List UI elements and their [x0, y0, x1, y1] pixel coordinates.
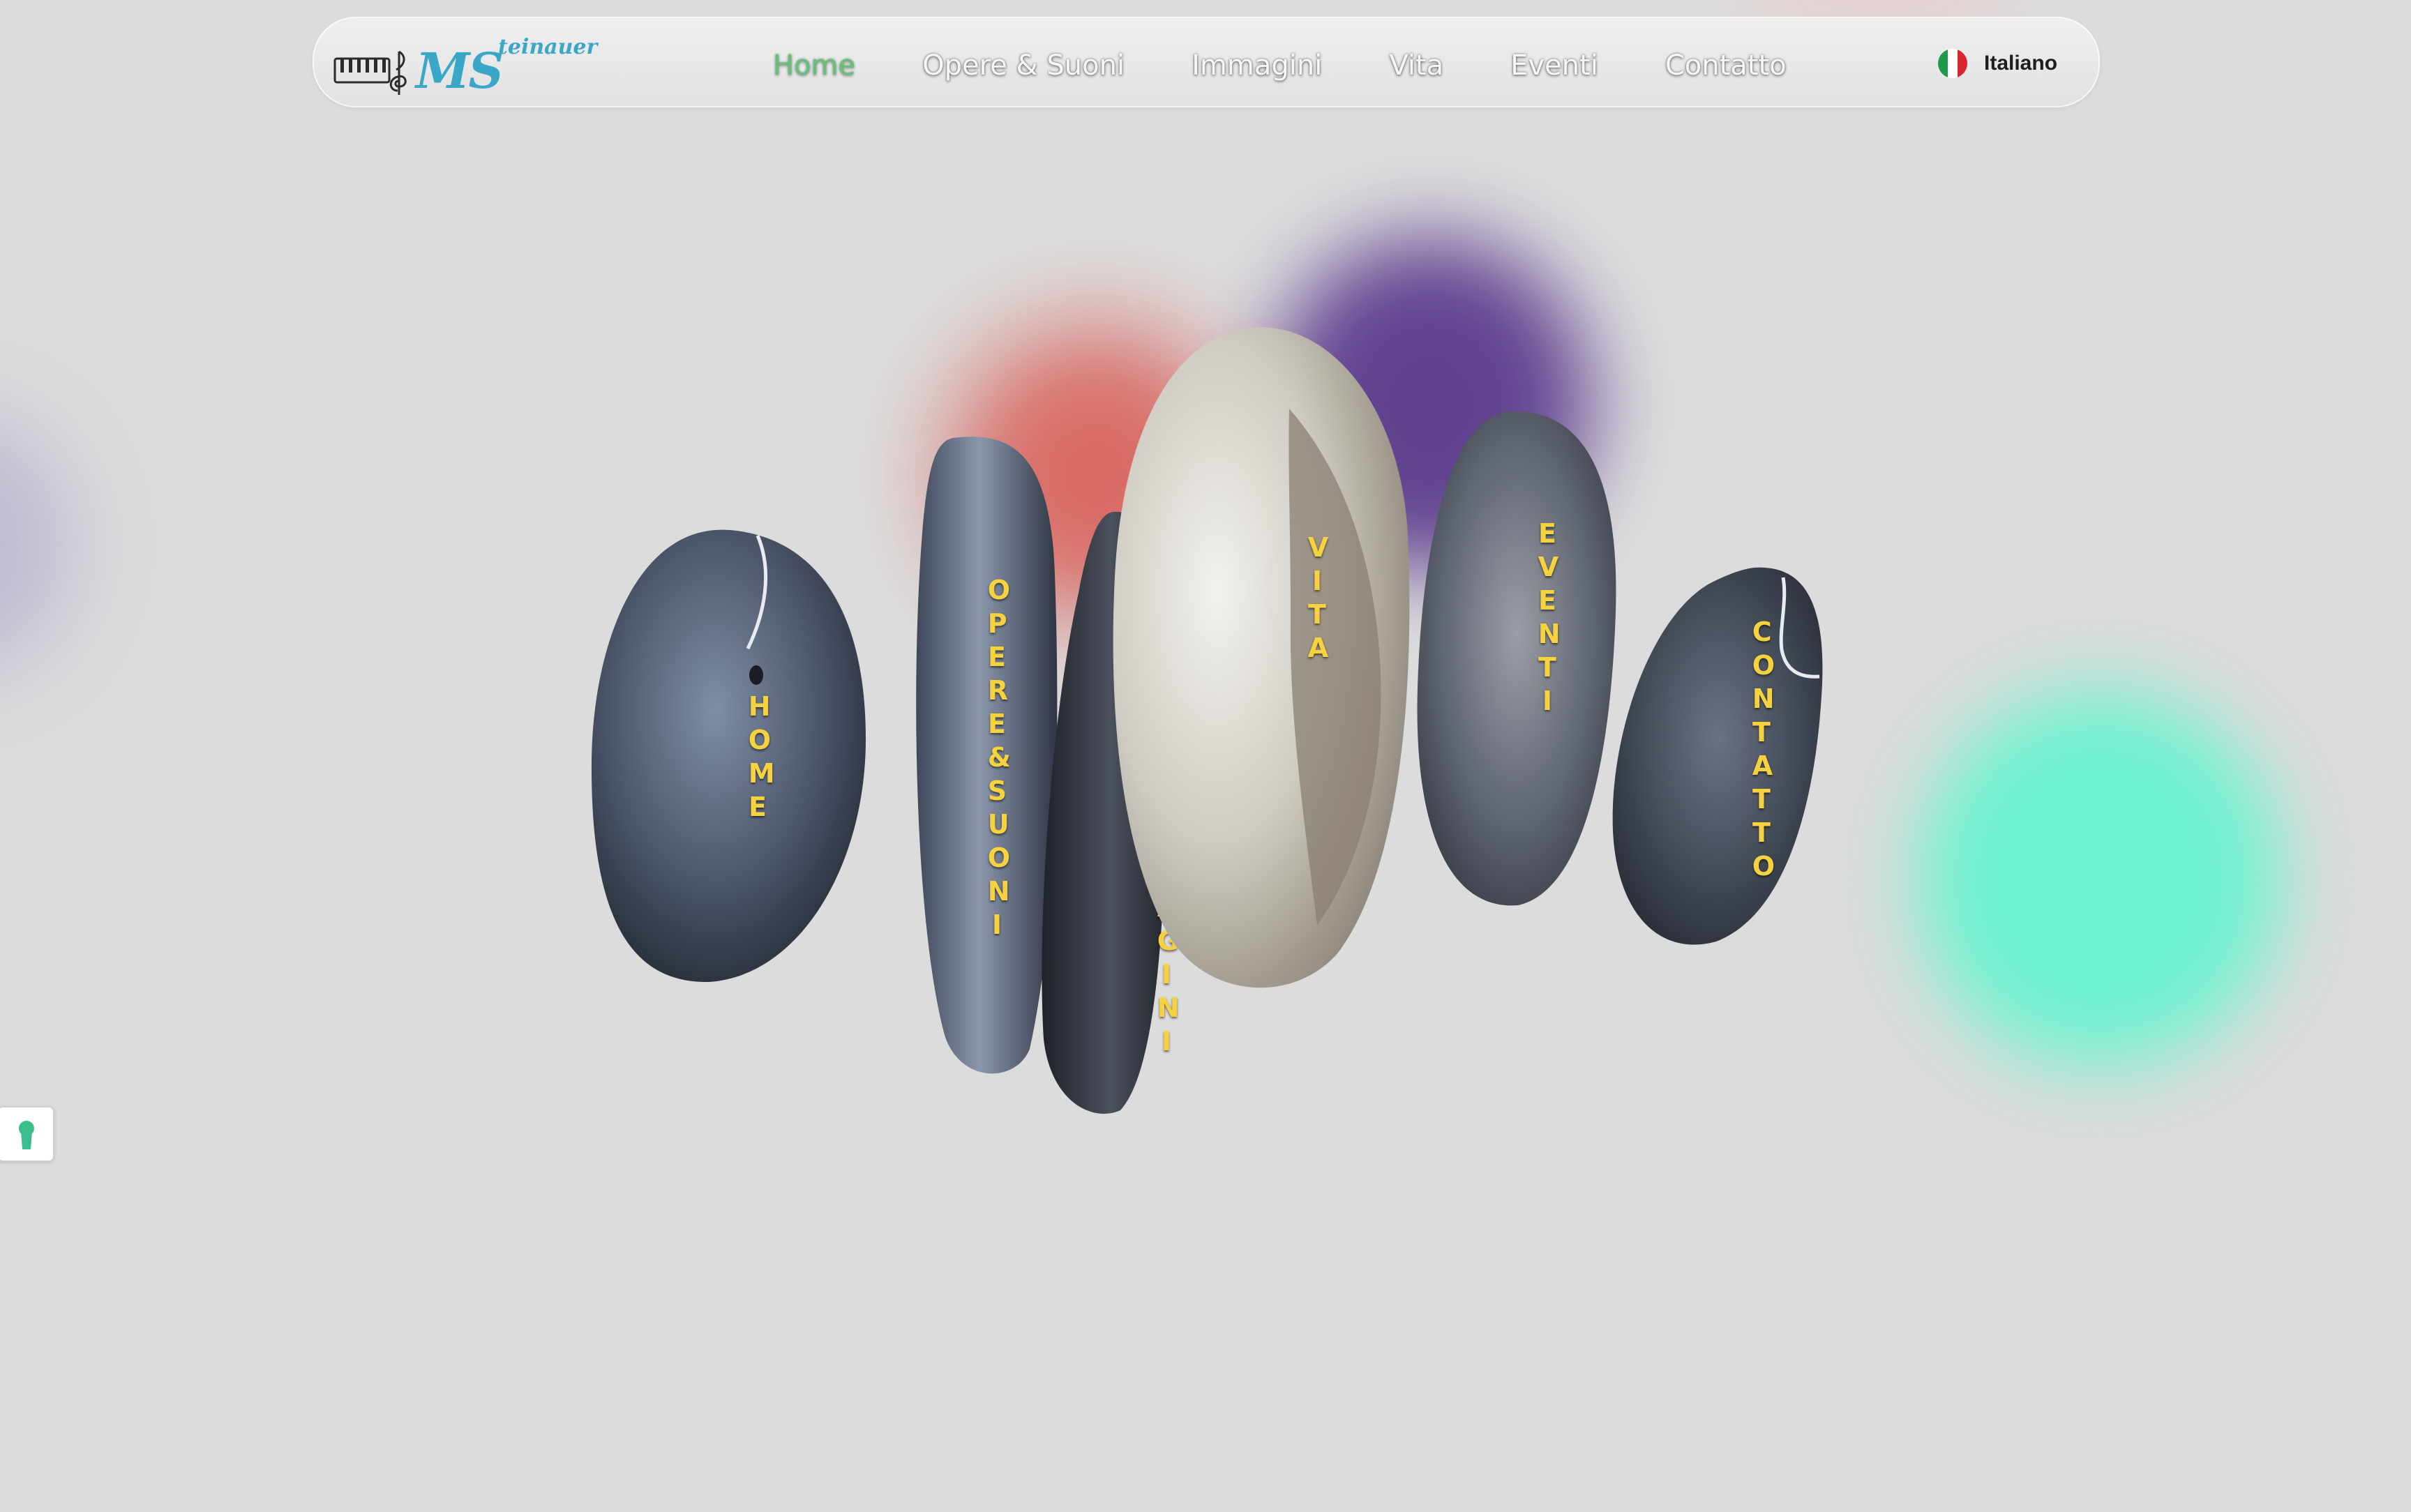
stone-label-container: HOME [618, 530, 897, 983]
page: MS teinauer Home Opere & Suoni Immagini … [0, 0, 2411, 1512]
stone-home[interactable]: HOME [590, 529, 869, 983]
stone-label-contatto: CONTATTO [1752, 617, 1775, 882]
keyhole-icon [19, 1121, 34, 1149]
stone-contatto[interactable]: CONTATTO [1612, 566, 1825, 946]
stone-menu: HOME OPERE & SUONI GINI VITA EVENTI CONT… [0, 0, 2411, 1512]
stone-label-opere-suoni: OPERE & SUONI [987, 575, 1011, 940]
stone-label-vita: VITA [1307, 532, 1329, 663]
stone-label-home: HOME [748, 691, 775, 822]
cookie-settings-button[interactable] [0, 1106, 54, 1162]
stone-eventi[interactable]: EVENTI [1413, 409, 1620, 909]
stone-vita[interactable]: VITA [1108, 325, 1415, 996]
stone-label-container: CONTATTO [1655, 559, 1868, 939]
stone-label-eventi: EVENTI [1538, 518, 1561, 716]
